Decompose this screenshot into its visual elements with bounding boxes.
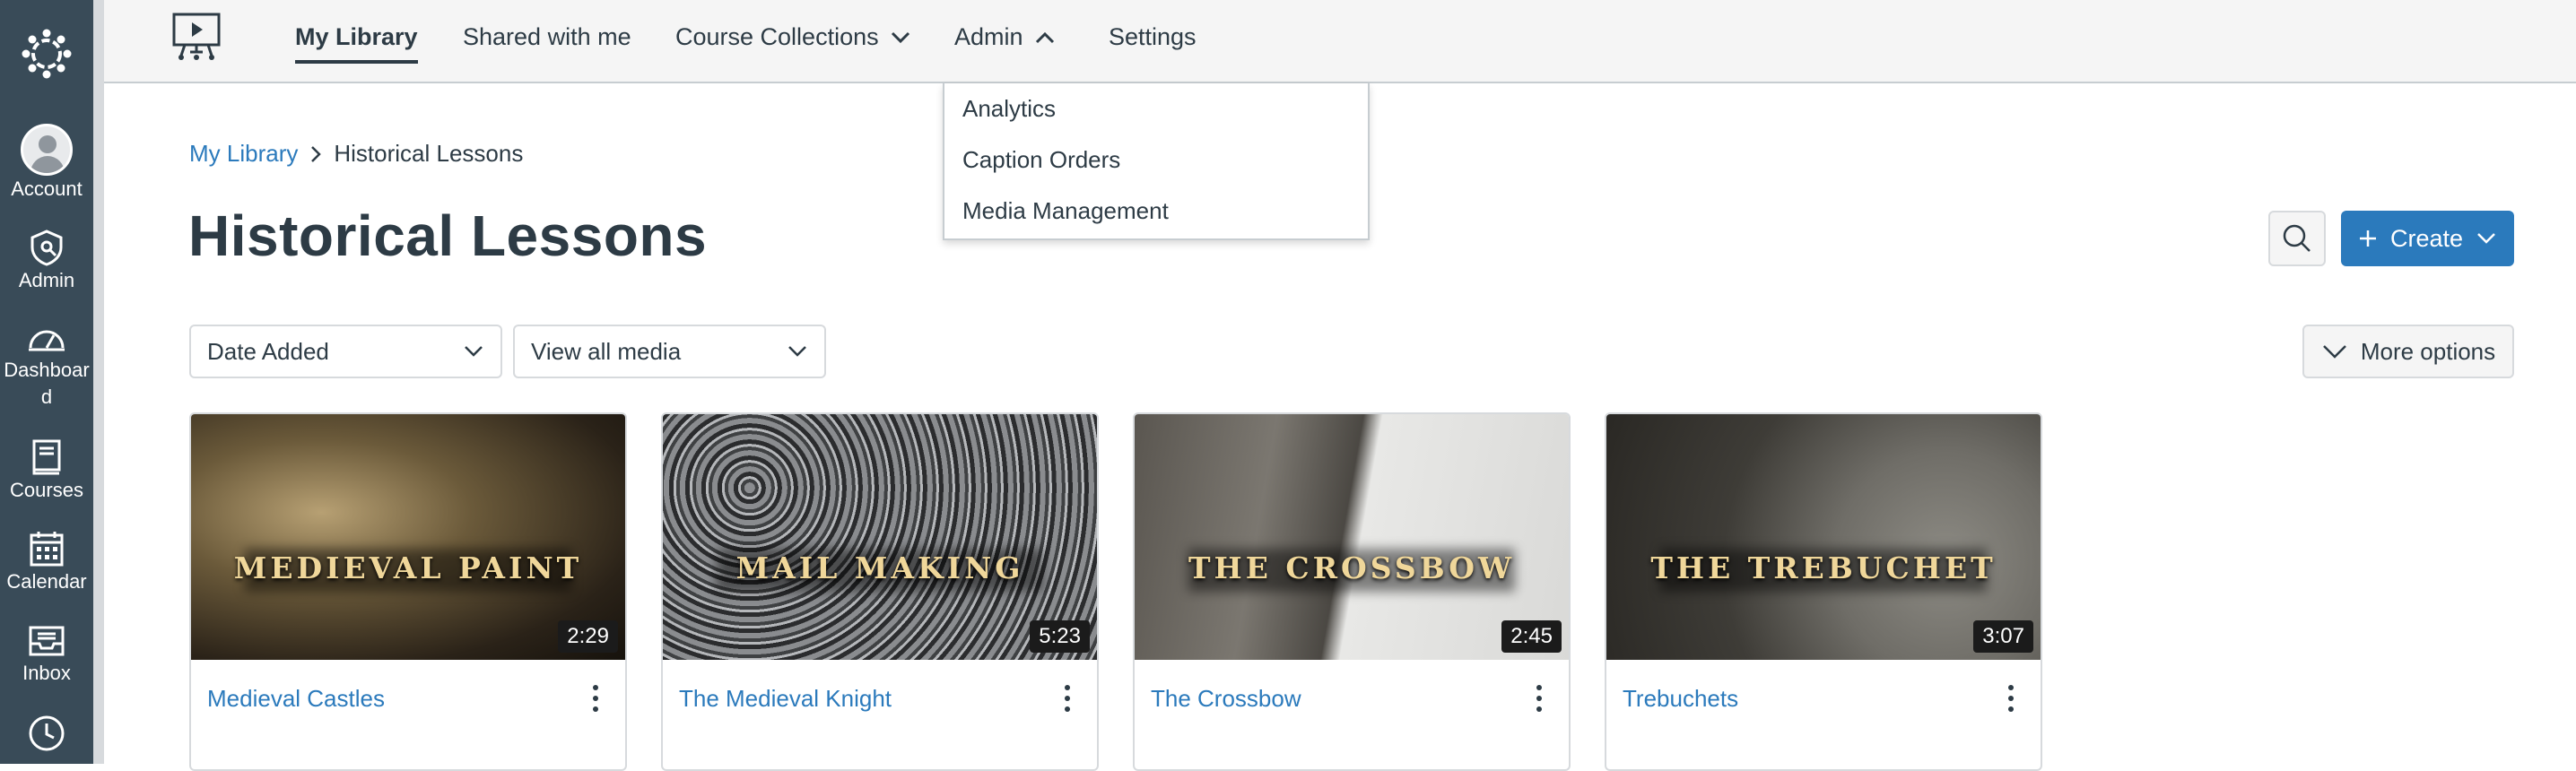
duration-badge: 2:45 <box>1501 620 1562 653</box>
media-filter-select[interactable]: View all media <box>513 325 826 378</box>
tab-settings-label: Settings <box>1109 23 1197 50</box>
chevron-down-icon <box>465 346 483 357</box>
breadcrumb: My Library Historical Lessons <box>189 140 523 168</box>
media-filter-value: View all media <box>531 337 682 365</box>
nav-calendar-label: Calendar <box>6 570 87 593</box>
menu-item-caption-orders[interactable]: Caption Orders <box>944 134 1368 186</box>
nav-courses[interactable]: Courses <box>0 437 93 504</box>
media-title-link[interactable]: Trebuchets <box>1623 685 1738 713</box>
media-card: THE TREBUCHET 3:07 Trebuchets <box>1605 412 2042 771</box>
nav-account-label: Account <box>11 178 83 200</box>
chevron-right-icon <box>311 145 322 162</box>
chevron-down-icon <box>891 31 909 43</box>
dashboard-icon <box>29 330 65 351</box>
nav-inbox[interactable]: Inbox <box>0 620 93 687</box>
global-nav: Account Admin Dashboard Courses Calendar… <box>0 0 93 764</box>
sort-select-value: Date Added <box>207 337 329 365</box>
media-thumbnail[interactable]: MAIL MAKING 5:23 <box>663 414 1097 660</box>
media-thumbnail[interactable]: THE CROSSBOW 2:45 <box>1135 414 1569 660</box>
more-actions-icon[interactable] <box>582 680 609 716</box>
plus-icon <box>2359 230 2376 247</box>
breadcrumb-my-library[interactable]: My Library <box>189 140 298 168</box>
canvas-logo-icon[interactable] <box>20 27 74 81</box>
tab-shared-with-me[interactable]: Shared with me <box>463 23 631 51</box>
inbox-icon <box>29 626 65 656</box>
media-card: MEDIEVAL PAINT 2:29 Medieval Castles <box>189 412 627 771</box>
more-actions-icon[interactable] <box>1997 680 2024 716</box>
top-nav: My Library Shared with me Course Collect… <box>104 0 2576 83</box>
nav-account[interactable]: Account <box>0 124 93 203</box>
tab-admin[interactable]: Admin <box>954 23 1056 51</box>
nav-admin[interactable]: Admin <box>0 228 93 294</box>
create-button-label: Create <box>2389 224 2464 252</box>
tab-my-library[interactable]: My Library <box>295 23 418 64</box>
tab-course-collections-label: Course Collections <box>675 23 879 50</box>
calendar-icon <box>30 532 64 567</box>
search-icon <box>2283 224 2311 252</box>
clock-icon <box>29 715 65 751</box>
chevron-up-icon <box>1035 31 1054 43</box>
thumbnail-title: MEDIEVAL PAINT <box>233 550 583 585</box>
sort-select[interactable]: Date Added <box>189 325 502 378</box>
nav-divider <box>93 0 104 764</box>
tab-course-collections[interactable]: Course Collections <box>675 23 911 51</box>
thumbnail-title: THE TREBUCHET <box>1650 550 1997 585</box>
nav-courses-label: Courses <box>10 479 83 501</box>
admin-dropdown-menu: Analytics Caption Orders Media Managemen… <box>943 83 1370 240</box>
tab-shared-label: Shared with me <box>463 23 631 50</box>
media-library-icon[interactable] <box>170 11 222 63</box>
more-actions-icon[interactable] <box>1526 680 1553 716</box>
nav-calendar[interactable]: Calendar <box>0 529 93 595</box>
avatar <box>21 124 73 176</box>
tab-my-library-label: My Library <box>295 23 418 50</box>
tab-settings[interactable]: Settings <box>1109 23 1197 51</box>
duration-badge: 3:07 <box>1973 620 2033 653</box>
media-card: MAIL MAKING 5:23 The Medieval Knight <box>661 412 1099 771</box>
tab-admin-label: Admin <box>954 23 1023 50</box>
media-thumbnail[interactable]: MEDIEVAL PAINT 2:29 <box>191 414 625 660</box>
media-title-link[interactable]: Medieval Castles <box>207 685 385 713</box>
duration-badge: 2:29 <box>558 620 618 653</box>
more-actions-icon[interactable] <box>1054 680 1081 716</box>
thumbnail-title: MAIL MAKING <box>735 550 1024 585</box>
nav-history[interactable] <box>0 714 93 753</box>
create-button[interactable]: Create <box>2341 211 2514 266</box>
search-button[interactable] <box>2268 211 2326 266</box>
media-card: THE CROSSBOW 2:45 The Crossbow <box>1133 412 1571 771</box>
media-title-link[interactable]: The Crossbow <box>1151 685 1301 713</box>
menu-item-media-management[interactable]: Media Management <box>944 186 1368 237</box>
nav-dashboard[interactable]: Dashboard <box>0 321 93 411</box>
more-options-button[interactable]: More options <box>2302 325 2514 378</box>
media-thumbnail[interactable]: THE TREBUCHET 3:07 <box>1606 414 2041 660</box>
book-icon <box>32 439 61 475</box>
thumbnail-title: THE CROSSBOW <box>1188 550 1516 585</box>
media-title-link[interactable]: The Medieval Knight <box>679 685 892 713</box>
breadcrumb-current: Historical Lessons <box>334 140 524 167</box>
menu-item-analytics[interactable]: Analytics <box>944 83 1368 134</box>
chevron-down-icon <box>2477 233 2495 244</box>
shield-icon <box>30 230 63 266</box>
more-options-label: More options <box>2360 337 2496 365</box>
nav-inbox-label: Inbox <box>22 662 71 684</box>
chevron-down-icon <box>2322 345 2346 359</box>
duration-badge: 5:23 <box>1030 620 1090 653</box>
nav-dashboard-label: Dashboard <box>4 359 90 408</box>
chevron-down-icon <box>788 346 806 357</box>
nav-admin-label: Admin <box>18 269 75 291</box>
page-title: Historical Lessons <box>188 204 708 268</box>
